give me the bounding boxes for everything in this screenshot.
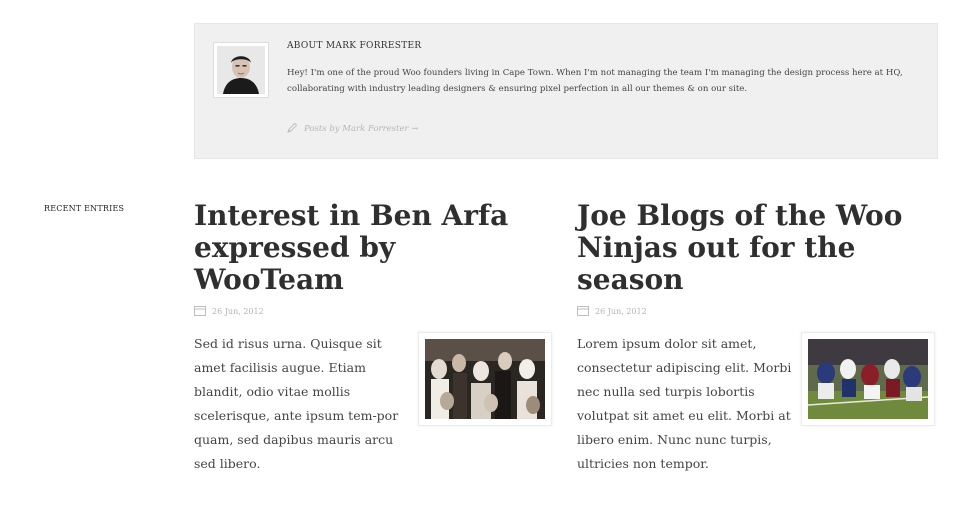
calendar-icon	[577, 305, 589, 318]
author-photo	[217, 46, 265, 94]
entry-title-link[interactable]: Joe Blogs of the Woo Ninjas out for the …	[577, 200, 917, 296]
avatar[interactable]	[213, 42, 269, 98]
entry-thumbnail[interactable]	[418, 332, 552, 426]
page: ABOUT MARK FORRESTER Hey! I'm one of the…	[0, 0, 972, 515]
posts-by-author-link[interactable]: Posts by Mark Forrester →	[287, 122, 418, 136]
entry-body: Lorem ipsum dolor sit amet, consectetur …	[577, 332, 937, 476]
entry: Interest in Ben Arfa expressed by WooTea…	[194, 200, 554, 476]
entry-date-text: 26 Jun, 2012	[595, 307, 647, 316]
entry-date-text: 26 Jun, 2012	[212, 307, 264, 316]
entry-excerpt: Sed id risus urna. Quisque sit amet faci…	[194, 336, 399, 471]
author-title: ABOUT MARK FORRESTER	[287, 41, 422, 51]
entry: Joe Blogs of the Woo Ninjas out for the …	[577, 200, 937, 476]
author-box: ABOUT MARK FORRESTER Hey! I'm one of the…	[194, 23, 938, 159]
entry-thumbnail[interactable]	[801, 332, 935, 426]
posts-link-text[interactable]: Posts by Mark Forrester →	[304, 124, 418, 134]
pencil-icon	[287, 122, 298, 136]
calendar-icon	[194, 305, 206, 318]
entry-body: Sed id risus urna. Quisque sit amet faci…	[194, 332, 554, 476]
entry-excerpt: Lorem ipsum dolor sit amet, consectetur …	[577, 336, 792, 471]
entry-date: 26 Jun, 2012	[577, 305, 937, 318]
recent-entries-heading: RECENT ENTRIES	[44, 204, 125, 213]
author-bio: Hey! I'm one of the proud Woo founders l…	[287, 68, 903, 94]
entry-title-link[interactable]: Interest in Ben Arfa expressed by WooTea…	[194, 200, 534, 296]
football-photo	[808, 339, 928, 419]
crowd-photo	[425, 339, 545, 419]
entry-date: 26 Jun, 2012	[194, 305, 554, 318]
